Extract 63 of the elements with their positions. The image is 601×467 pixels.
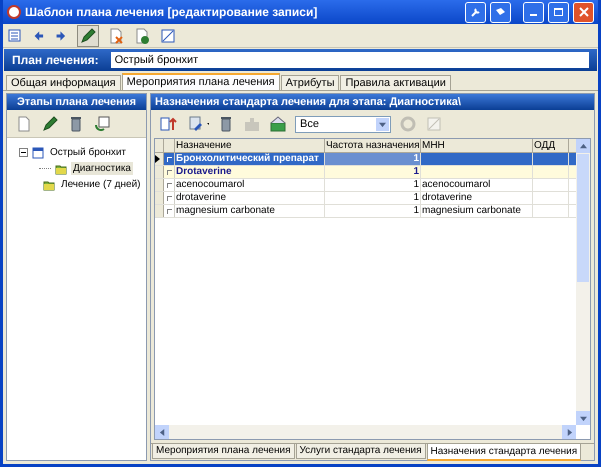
collapse-icon[interactable]	[19, 148, 28, 157]
tree-item[interactable]: Диагностика	[71, 162, 133, 175]
horizontal-scrollbar[interactable]	[155, 425, 576, 439]
tree-item[interactable]: Острый бронхит	[48, 146, 128, 159]
refresh-icon[interactable]	[93, 114, 111, 132]
folder-icon	[55, 162, 67, 174]
scroll-left-icon[interactable]	[155, 425, 169, 439]
tab[interactable]: Общая информация	[6, 75, 121, 90]
table-icon	[32, 146, 44, 158]
scroll-up-icon[interactable]	[576, 139, 590, 153]
column-header[interactable]: Назначение	[175, 139, 325, 152]
checkbox[interactable]	[166, 170, 172, 174]
pencil-icon[interactable]	[41, 114, 59, 132]
app-icon	[7, 5, 21, 19]
table-cell: acenocoumarol	[175, 179, 325, 191]
tab[interactable]: Услуги стандарта лечения	[296, 444, 426, 459]
column-header[interactable]: ОДД	[533, 139, 569, 152]
plan-label: План лечения:	[12, 52, 99, 69]
resize-icon[interactable]	[159, 26, 177, 44]
table-cell: drotaverine	[421, 192, 533, 204]
folder-icon	[43, 178, 55, 190]
caret-icon	[376, 118, 389, 130]
vertical-scrollbar[interactable]	[576, 139, 590, 425]
panel-header: Назначения стандарта лечения для этапа: Диагностика\	[151, 94, 594, 110]
maximize-icon[interactable]	[548, 2, 569, 22]
table-row[interactable]: drotaverine 1 drotaverine	[155, 192, 576, 205]
table-cell: acenocoumarol	[421, 179, 533, 191]
minimize-icon[interactable]	[523, 2, 544, 22]
house-folder-icon[interactable]	[269, 115, 287, 133]
filter-dropdown[interactable]: Все	[295, 116, 391, 132]
checkbox[interactable]	[166, 208, 172, 214]
tab[interactable]: Мероприятия плана лечения	[152, 444, 294, 459]
wrench-icon[interactable]	[465, 2, 486, 22]
checkbox[interactable]	[166, 182, 172, 188]
scroll-down-icon[interactable]	[576, 411, 590, 425]
table-cell: 1	[325, 153, 421, 165]
tab[interactable]: Мероприятия плана лечения	[122, 73, 280, 90]
table-row[interactable]: acenocoumarol 1 acenocoumarol	[155, 179, 576, 192]
column-sort-icon[interactable]	[159, 115, 177, 133]
table-cell: magnesium carbonate	[175, 205, 325, 217]
scroll-right-icon[interactable]	[562, 425, 576, 439]
table-cell: 1	[325, 192, 421, 204]
table-row[interactable]: Drotaverine 1	[155, 166, 576, 179]
table-cell: magnesium carbonate	[421, 205, 533, 217]
plan-input[interactable]: Острый бронхит	[110, 52, 589, 68]
table-cell: 1	[325, 205, 421, 217]
table-cell: 1	[325, 166, 421, 178]
column-header[interactable]: МНН	[421, 139, 533, 152]
tab[interactable]: Назначения стандарта лечения	[426, 444, 582, 461]
column-header[interactable]: Частота назначения	[325, 139, 421, 152]
table-row[interactable]: magnesium carbonate 1 magnesium carbonate	[155, 205, 576, 218]
window-title: Шаблон плана лечения [редактирование записи]	[25, 4, 318, 21]
close-icon[interactable]	[573, 2, 594, 22]
table-row[interactable]: Бронхолитический препарат 1	[155, 153, 576, 166]
table-cell: drotaverine	[175, 192, 325, 204]
tree-item[interactable]: Лечение (7 дней)	[59, 178, 143, 191]
checkbox[interactable]	[166, 196, 172, 200]
panel-header: Этапы плана лечения	[7, 94, 146, 110]
tab[interactable]: Правила активации	[340, 75, 451, 90]
tab[interactable]: Атрибуты	[280, 75, 340, 90]
book-icon[interactable]	[490, 2, 511, 22]
table-cell: Drotaverine	[175, 166, 325, 178]
table-cell: 1	[325, 179, 421, 191]
